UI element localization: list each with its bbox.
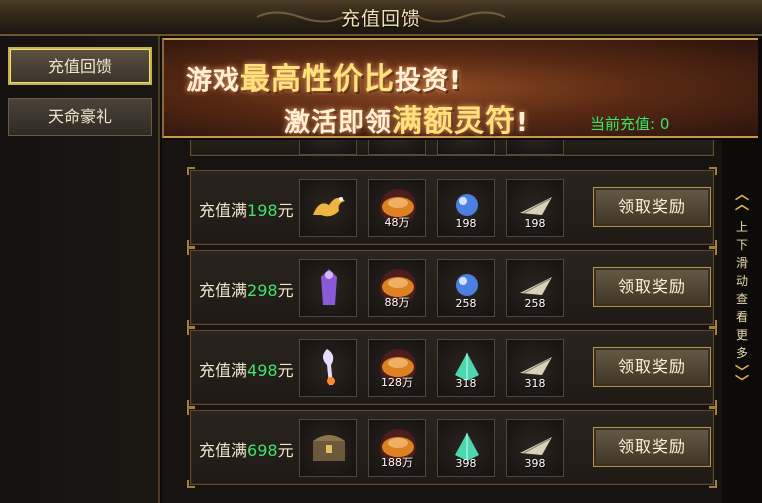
promo-banner: 游戏最高性价比投资! 激活即领满额灵符! 当前充值: 0	[162, 38, 758, 140]
banner-line-1: 游戏最高性价比投资!	[186, 54, 462, 98]
threshold-prefix: 充值满	[199, 441, 248, 460]
item-slot	[368, 140, 426, 155]
item-slot	[506, 140, 564, 155]
row-threshold: 充值满498元	[199, 357, 294, 381]
gold-ingot-icon[interactable]: 128万	[368, 339, 426, 397]
blue-orb-icon[interactable]: 198	[437, 179, 495, 237]
threshold-prefix: 充值满	[199, 281, 248, 300]
gold-ingot-icon[interactable]: 48万	[368, 179, 426, 237]
row-threshold: 充值满698元	[199, 437, 294, 461]
row-threshold: 充值满198元	[199, 197, 294, 221]
item-slot	[299, 140, 357, 155]
claim-reward-button[interactable]: 领取奖励	[593, 267, 711, 307]
treasure-chest-icon[interactable]	[299, 419, 357, 477]
sidebar: 充值回馈 天命豪礼	[0, 36, 160, 503]
threshold-amount: 498	[247, 361, 278, 380]
gold-ingot-icon[interactable]: 188万	[368, 419, 426, 477]
reward-list[interactable]: 充值满198元 48万 198 198 领取奖励 充值满298元 88万 258…	[162, 140, 722, 503]
tab-destiny-gift[interactable]: 天命豪礼	[8, 98, 152, 136]
scroll-hint-chars: 上下滑动查看更多	[735, 220, 748, 360]
double-chevron-down-icon[interactable]: ﹀ ﹀	[726, 366, 758, 390]
threshold-unit: 元	[277, 361, 294, 380]
banner-text: 游戏	[186, 66, 241, 96]
banner-highlight: 最高性价比	[240, 62, 396, 97]
row-threshold: 充值满298元	[199, 277, 294, 301]
claim-reward-button[interactable]: 领取奖励	[593, 427, 711, 467]
ornament-icon	[418, 11, 506, 23]
current-recharge-label: 当前充值: 0	[590, 115, 670, 133]
window-title: 充值回馈	[340, 8, 421, 30]
threshold-unit: 元	[277, 201, 294, 220]
threshold-unit: 元	[277, 441, 294, 460]
banner-text: !	[516, 108, 529, 138]
green-crystal-icon[interactable]: 318	[437, 339, 495, 397]
silver-feather-icon[interactable]: 198	[506, 179, 564, 237]
green-crystal-icon[interactable]: 398	[437, 419, 495, 477]
gold-ingot-icon[interactable]: 88万	[368, 259, 426, 317]
reward-row: 充值满298元 88万 258 258 领取奖励	[187, 247, 717, 328]
tab-recharge-feedback[interactable]: 充值回馈	[8, 47, 152, 85]
banner-text: 激活即领	[284, 108, 393, 138]
banner-line-2: 激活即领满额灵符!	[284, 96, 529, 140]
banner-highlight: 满额灵符	[392, 104, 517, 139]
banner-text: 投资!	[395, 66, 462, 96]
reward-row-partial	[190, 140, 714, 156]
double-chevron-up-icon[interactable]: ︿ ︿	[726, 188, 758, 212]
threshold-unit: 元	[277, 281, 294, 300]
threshold-amount: 298	[247, 281, 278, 300]
flame-staff-icon[interactable]	[299, 339, 357, 397]
claim-reward-button[interactable]: 领取奖励	[593, 187, 711, 227]
reward-row: 充值满498元 128万 318 318 领取奖励	[187, 327, 717, 408]
purple-armor-icon[interactable]	[299, 259, 357, 317]
claim-reward-button[interactable]: 领取奖励	[593, 347, 711, 387]
threshold-amount: 198	[247, 201, 278, 220]
silver-feather-icon[interactable]: 318	[506, 339, 564, 397]
silver-feather-icon[interactable]: 398	[506, 419, 564, 477]
threshold-prefix: 充值满	[199, 361, 248, 380]
golden-dragon-icon[interactable]	[299, 179, 357, 237]
silver-feather-icon[interactable]: 258	[506, 259, 564, 317]
threshold-prefix: 充值满	[199, 201, 248, 220]
threshold-amount: 698	[247, 441, 278, 460]
scroll-hint-text: 上下滑动查看更多	[726, 218, 758, 362]
item-slot	[437, 140, 495, 155]
scroll-hint: ︿ ︿ 上下滑动查看更多 ﹀ ﹀	[726, 188, 758, 420]
blue-orb-icon[interactable]: 258	[437, 259, 495, 317]
reward-row: 充值满198元 48万 198 198 领取奖励	[187, 167, 717, 248]
reward-row: 充值满698元 188万 398 398 领取奖励	[187, 407, 717, 488]
window-titlebar: 充值回馈	[0, 0, 762, 36]
